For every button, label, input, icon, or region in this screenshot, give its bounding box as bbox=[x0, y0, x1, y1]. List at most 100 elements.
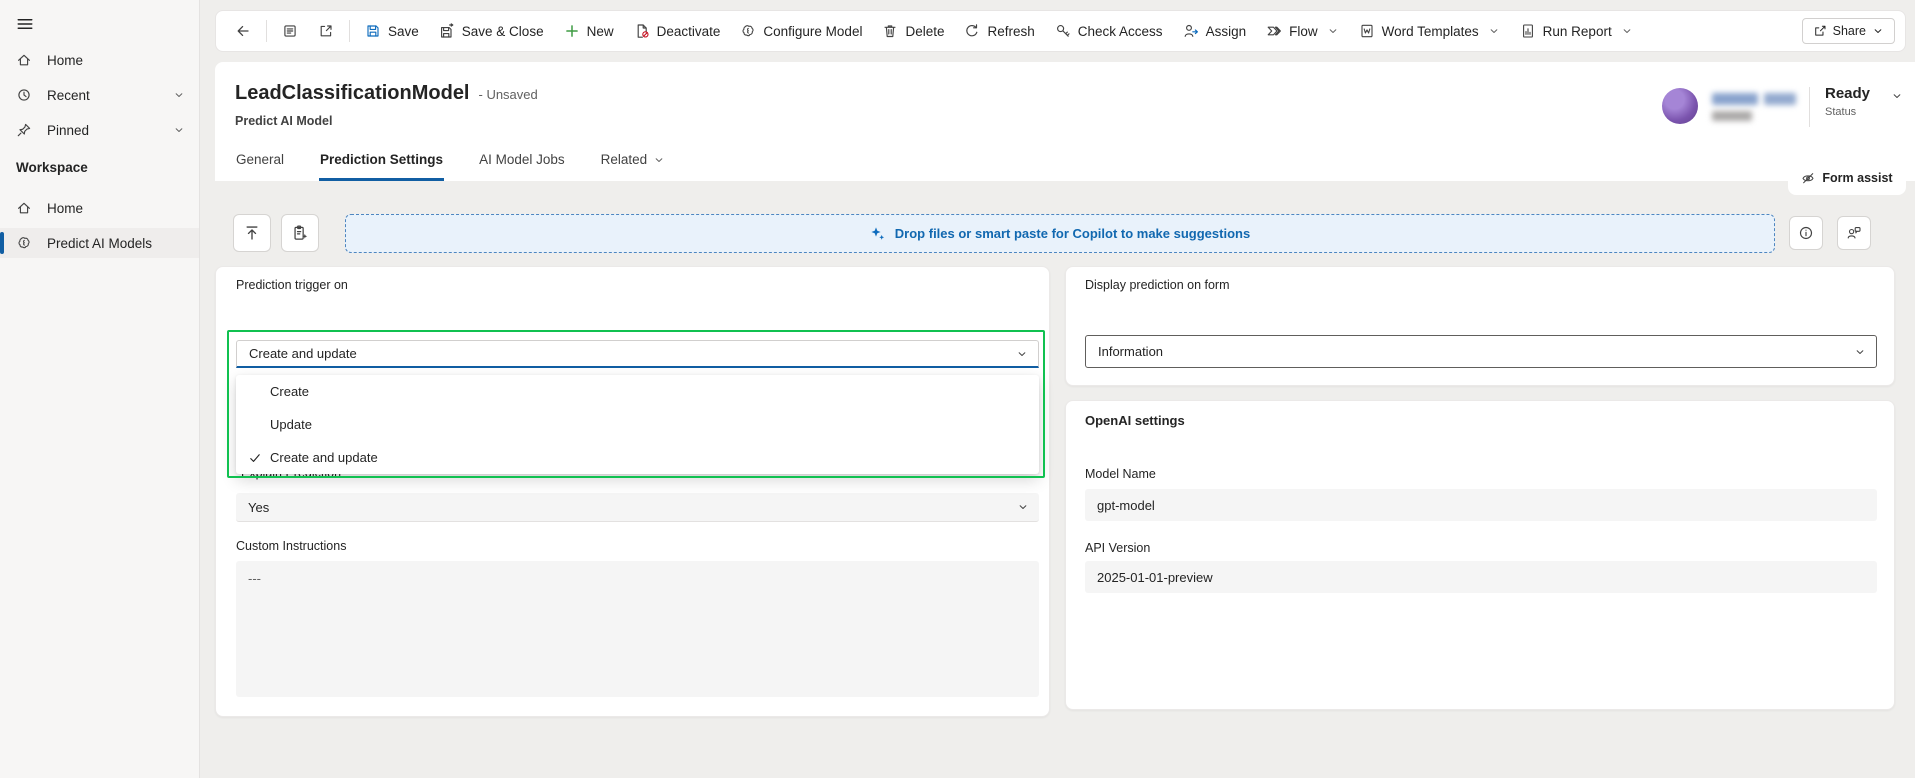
command-label: Run Report bbox=[1543, 24, 1612, 39]
sidebar-item-predict-ai-models[interactable]: Predict AI Models bbox=[0, 228, 199, 258]
display-prediction-card: Display prediction on form Information bbox=[1065, 266, 1895, 386]
tab-prediction-settings[interactable]: Prediction Settings bbox=[319, 152, 444, 181]
sidebar-item-home[interactable]: Home bbox=[0, 45, 199, 75]
share-label: Share bbox=[1833, 24, 1866, 38]
back-button[interactable] bbox=[226, 17, 260, 45]
board-icon bbox=[282, 23, 298, 39]
show-as-button[interactable] bbox=[273, 17, 307, 45]
chevron-down-icon bbox=[653, 154, 665, 166]
option-label: Create bbox=[270, 384, 309, 399]
custom-instructions-textarea[interactable]: --- bbox=[236, 561, 1039, 697]
command-label: Delete bbox=[905, 24, 944, 39]
dropdown-option-update[interactable]: Update bbox=[236, 408, 1039, 441]
chevron-down-icon bbox=[173, 124, 185, 136]
upload-icon bbox=[243, 224, 261, 242]
tab-general[interactable]: General bbox=[235, 152, 285, 181]
divider bbox=[349, 20, 350, 42]
sidebar-item-label: Recent bbox=[47, 88, 90, 103]
delete-button[interactable]: Delete bbox=[873, 17, 953, 45]
deactivate-button[interactable]: Deactivate bbox=[625, 17, 730, 45]
api-version-field[interactable]: 2025-01-01-preview bbox=[1085, 561, 1877, 593]
sidebar-item-pinned[interactable]: Pinned bbox=[0, 115, 199, 145]
copilot-sparkle-icon bbox=[870, 226, 886, 242]
flow-icon bbox=[1266, 23, 1282, 39]
hamburger-menu-button[interactable] bbox=[10, 10, 40, 38]
divider bbox=[1809, 87, 1810, 127]
openai-settings-card: OpenAI settings Model Name gpt-model API… bbox=[1065, 400, 1895, 710]
status-dropdown-button[interactable] bbox=[1891, 90, 1903, 105]
tab-related[interactable]: Related bbox=[600, 152, 667, 181]
check-access-button[interactable]: Check Access bbox=[1046, 17, 1172, 45]
status-caption: Status bbox=[1825, 106, 1856, 118]
tab-label: AI Model Jobs bbox=[479, 152, 565, 167]
save-button[interactable]: Save bbox=[356, 17, 428, 45]
owner-name-redacted bbox=[1764, 93, 1796, 105]
new-button[interactable]: New bbox=[555, 17, 623, 45]
smart-paste-button[interactable] bbox=[281, 214, 319, 252]
explain-prediction-select[interactable]: Yes bbox=[236, 493, 1039, 522]
run-report-button[interactable]: Run Report bbox=[1511, 17, 1642, 45]
assign-button[interactable]: Assign bbox=[1174, 17, 1256, 45]
open-in-new-window-button[interactable] bbox=[309, 17, 343, 45]
share-icon bbox=[1813, 24, 1827, 38]
sidebar-item-recent[interactable]: Recent bbox=[0, 80, 199, 110]
trigger-dropdown-menu: Create Update Create and update bbox=[236, 375, 1039, 474]
display-prediction-select[interactable]: Information bbox=[1085, 335, 1877, 368]
chevron-down-icon bbox=[1327, 25, 1339, 37]
command-label: Check Access bbox=[1078, 24, 1163, 39]
model-name-field[interactable]: gpt-model bbox=[1085, 489, 1877, 521]
trigger-select-value: Create and update bbox=[237, 346, 357, 361]
display-prediction-label: Display prediction on form bbox=[1085, 278, 1230, 292]
entity-type-label: Predict AI Model bbox=[235, 114, 332, 128]
command-label: New bbox=[587, 24, 614, 39]
save-and-close-button[interactable]: Save & Close bbox=[430, 17, 553, 45]
option-label: Update bbox=[270, 417, 312, 432]
chevron-down-icon bbox=[173, 89, 185, 101]
explain-prediction-value: Yes bbox=[236, 500, 269, 515]
assign-person-icon bbox=[1183, 23, 1199, 39]
chevron-down-icon bbox=[1621, 25, 1633, 37]
owner-avatar bbox=[1662, 88, 1698, 124]
key-icon bbox=[1055, 23, 1071, 39]
tab-bar: General Prediction Settings AI Model Job… bbox=[235, 152, 666, 181]
eye-off-icon bbox=[1801, 171, 1815, 185]
command-label: Flow bbox=[1289, 24, 1318, 39]
home-icon bbox=[16, 200, 32, 216]
share-button[interactable]: Share bbox=[1802, 18, 1895, 44]
chevron-down-icon bbox=[1017, 501, 1029, 513]
command-label: Refresh bbox=[987, 24, 1034, 39]
form-assist-button[interactable]: Form assist bbox=[1788, 160, 1906, 195]
sidebar-item-workspace-home[interactable]: Home bbox=[0, 193, 199, 223]
custom-instructions-label: Custom Instructions bbox=[236, 539, 346, 553]
upload-file-button[interactable] bbox=[233, 214, 271, 252]
info-button[interactable] bbox=[1789, 216, 1823, 250]
flow-button[interactable]: Flow bbox=[1257, 17, 1348, 45]
model-name-label: Model Name bbox=[1085, 467, 1156, 481]
trigger-select[interactable]: Create and update bbox=[236, 340, 1039, 368]
sidebar-item-label: Home bbox=[47, 201, 83, 216]
openai-settings-header: OpenAI settings bbox=[1085, 413, 1185, 428]
save-state-label: - Unsaved bbox=[479, 87, 538, 102]
tab-ai-model-jobs[interactable]: AI Model Jobs bbox=[478, 152, 566, 181]
chevron-down-icon bbox=[1872, 25, 1884, 37]
command-label: Deactivate bbox=[657, 24, 721, 39]
chevron-down-icon bbox=[1016, 348, 1028, 360]
sidebar: Home Recent Pinned Workspace Home Predic… bbox=[0, 0, 200, 778]
tab-label: General bbox=[236, 152, 284, 167]
collaboration-button[interactable] bbox=[1837, 216, 1871, 250]
copilot-drop-banner[interactable]: Drop files or smart paste for Copilot to… bbox=[345, 214, 1775, 253]
info-icon bbox=[1798, 225, 1814, 241]
home-icon bbox=[16, 52, 32, 68]
configure-model-button[interactable]: Configure Model bbox=[731, 17, 871, 45]
popout-icon bbox=[318, 23, 334, 39]
plus-icon bbox=[564, 23, 580, 39]
command-label: Word Templates bbox=[1382, 24, 1479, 39]
dropdown-option-create[interactable]: Create bbox=[236, 375, 1039, 408]
refresh-button[interactable]: Refresh bbox=[955, 17, 1043, 45]
dropdown-option-create-and-update[interactable]: Create and update bbox=[236, 441, 1039, 474]
word-templates-button[interactable]: Word Templates bbox=[1350, 17, 1509, 45]
command-label: Save bbox=[388, 24, 419, 39]
sidebar-item-label: Home bbox=[47, 53, 83, 68]
form-assist-label: Form assist bbox=[1822, 171, 1892, 185]
display-prediction-value: Information bbox=[1086, 344, 1163, 359]
